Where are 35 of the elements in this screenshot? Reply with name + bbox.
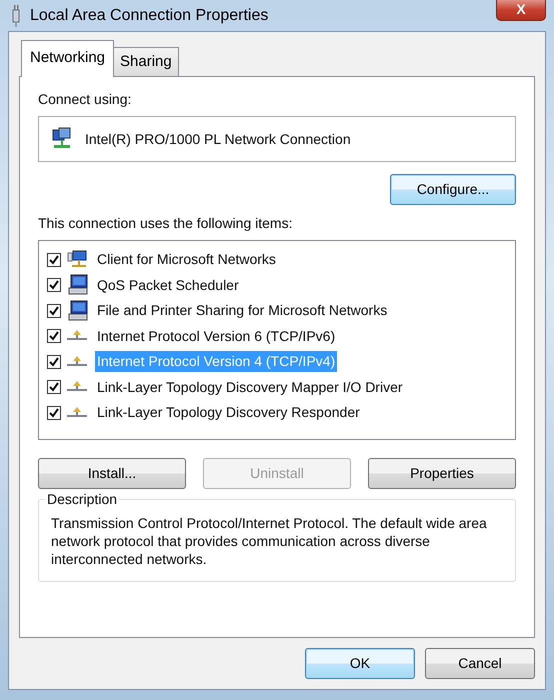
protocol-network-icon	[67, 406, 89, 419]
list-item[interactable]: Link-Layer Topology Discovery Responder	[95, 402, 362, 424]
item-action-button[interactable]: Install...	[38, 458, 186, 489]
checkbox[interactable]	[47, 304, 61, 318]
checkbox[interactable]	[47, 406, 61, 420]
computer-icon	[67, 300, 89, 322]
checkbox[interactable]	[47, 329, 61, 344]
checkbox[interactable]	[47, 278, 61, 292]
checkbox[interactable]	[47, 380, 61, 394]
connect-using-label: Connect using:	[38, 90, 132, 109]
network-cable-icon	[10, 4, 22, 28]
list-item[interactable]: Client for Microsoft Networks	[95, 249, 278, 270]
dialog-button[interactable]: OK	[305, 648, 415, 679]
protocol-network-icon	[67, 330, 89, 342]
item-action-button[interactable]: Properties	[368, 458, 516, 489]
protocol-network-icon	[67, 381, 89, 394]
checkbox[interactable]	[47, 252, 61, 267]
adapter-field: Intel(R) PRO/1000 PL Network Connection	[38, 116, 516, 162]
checkbox[interactable]	[47, 354, 61, 369]
network-adapter-icon	[51, 127, 73, 151]
list-item[interactable]: Internet Protocol Version 6 (TCP/IPv6)	[95, 326, 338, 347]
dialog-button[interactable]: Cancel	[425, 648, 535, 679]
protocol-network-icon	[67, 356, 89, 368]
computer-icon	[67, 274, 89, 296]
description-text: Transmission Control Protocol/Internet Protocol. The default wide area network protocol that provides communication across diverse interconnected networks.	[51, 514, 488, 569]
items-label: This connection uses the following items:	[38, 214, 292, 233]
client-network-icon	[67, 250, 89, 270]
list-item[interactable]: QoS Packet Scheduler	[95, 274, 241, 296]
tab[interactable]: Networking	[21, 40, 114, 77]
window-title: Local Area Connection Properties	[30, 6, 268, 26]
configure-button[interactable]: Configure...	[390, 174, 516, 205]
list-item[interactable]: Link-Layer Topology Discovery Mapper I/O Driver	[95, 376, 405, 398]
list-item[interactable]: File and Printer Sharing for Microsoft Networks	[95, 300, 390, 322]
tab[interactable]: Sharing	[113, 46, 179, 76]
close-button[interactable]: X	[496, 0, 546, 20]
